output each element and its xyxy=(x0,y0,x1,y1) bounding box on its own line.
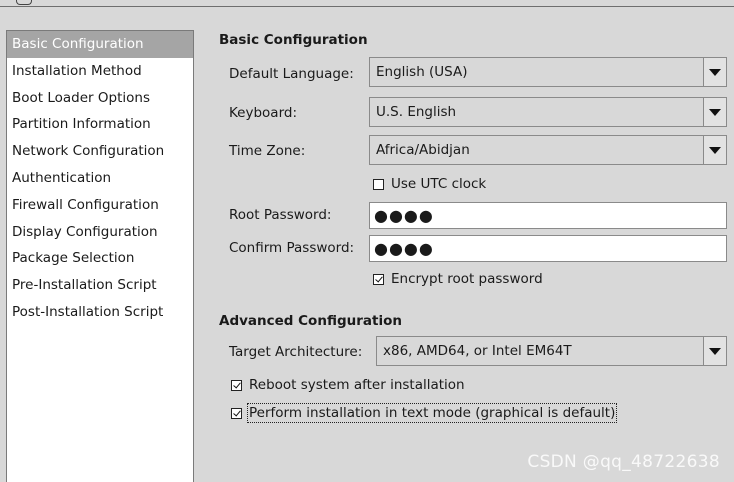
text-mode-install-checkbox[interactable]: Perform installation in text mode (graph… xyxy=(231,403,618,423)
time-zone-dropdown[interactable]: Africa/Abidjan xyxy=(369,135,727,165)
checkbox-icon[interactable] xyxy=(373,178,384,190)
root-password-field[interactable]: ●●●● xyxy=(369,202,727,229)
sidebar-item-authentication[interactable]: Authentication xyxy=(7,165,193,192)
sidebar-item-display-configuration[interactable]: Display Configuration xyxy=(7,219,193,246)
sidebar-item-partition-information[interactable]: Partition Information xyxy=(7,111,193,138)
sidebar-item-pre-installation-script[interactable]: Pre-Installation Script xyxy=(7,272,193,299)
default-language-value: English (USA) xyxy=(376,64,468,80)
chevron-down-icon[interactable] xyxy=(703,98,726,126)
default-language-label: Default Language: xyxy=(229,66,354,82)
confirm-password-field[interactable]: ●●●● xyxy=(369,235,727,262)
checkbox-icon[interactable] xyxy=(231,407,242,419)
default-language-dropdown[interactable]: English (USA) xyxy=(369,57,727,87)
checkbox-icon[interactable] xyxy=(373,273,384,285)
sidebar-item-package-selection[interactable]: Package Selection xyxy=(7,245,193,272)
kickstart-configurator-window: Basic Configuration Installation Method … xyxy=(0,0,734,482)
basic-configuration-panel: Basic Configuration Default Language: En… xyxy=(196,8,734,482)
reboot-after-install-label: Reboot system after installation xyxy=(249,377,465,393)
target-architecture-label: Target Architecture: xyxy=(229,344,363,360)
target-architecture-dropdown[interactable]: x86, AMD64, or Intel EM64T xyxy=(376,336,727,366)
time-zone-value: Africa/Abidjan xyxy=(376,142,470,158)
section-list: Basic Configuration Installation Method … xyxy=(6,30,194,482)
watermark: CSDN @qq_48722638 xyxy=(527,452,720,472)
time-zone-label: Time Zone: xyxy=(229,143,306,159)
sidebar-item-post-installation-script[interactable]: Post-Installation Script xyxy=(7,299,193,326)
chevron-down-icon[interactable] xyxy=(703,58,726,86)
keyboard-label: Keyboard: xyxy=(229,105,298,121)
text-mode-install-label: Perform installation in text mode (graph… xyxy=(246,403,618,423)
encrypt-root-password-label: Encrypt root password xyxy=(391,271,543,287)
encrypt-root-password-checkbox[interactable]: Encrypt root password xyxy=(373,271,543,287)
chevron-down-icon[interactable] xyxy=(703,337,726,365)
keyboard-dropdown[interactable]: U.S. English xyxy=(369,97,727,127)
menu-icon[interactable] xyxy=(16,0,32,5)
sidebar-item-basic-configuration[interactable]: Basic Configuration xyxy=(7,31,193,58)
keyboard-value: U.S. English xyxy=(376,104,457,120)
chevron-down-icon[interactable] xyxy=(703,136,726,164)
checkbox-icon[interactable] xyxy=(231,379,242,391)
reboot-after-install-checkbox[interactable]: Reboot system after installation xyxy=(231,377,465,393)
advanced-configuration-heading: Advanced Configuration xyxy=(219,313,402,329)
sidebar-item-installation-method[interactable]: Installation Method xyxy=(7,58,193,85)
use-utc-clock-checkbox[interactable]: Use UTC clock xyxy=(373,176,486,192)
menubar xyxy=(0,0,734,7)
sidebar-item-boot-loader-options[interactable]: Boot Loader Options xyxy=(7,85,193,112)
basic-configuration-heading: Basic Configuration xyxy=(219,32,368,48)
confirm-password-label: Confirm Password: xyxy=(229,240,355,256)
sidebar-item-firewall-configuration[interactable]: Firewall Configuration xyxy=(7,192,193,219)
sidebar-item-network-configuration[interactable]: Network Configuration xyxy=(7,138,193,165)
target-architecture-value: x86, AMD64, or Intel EM64T xyxy=(383,343,572,359)
use-utc-clock-label: Use UTC clock xyxy=(391,176,487,192)
root-password-label: Root Password: xyxy=(229,207,332,223)
